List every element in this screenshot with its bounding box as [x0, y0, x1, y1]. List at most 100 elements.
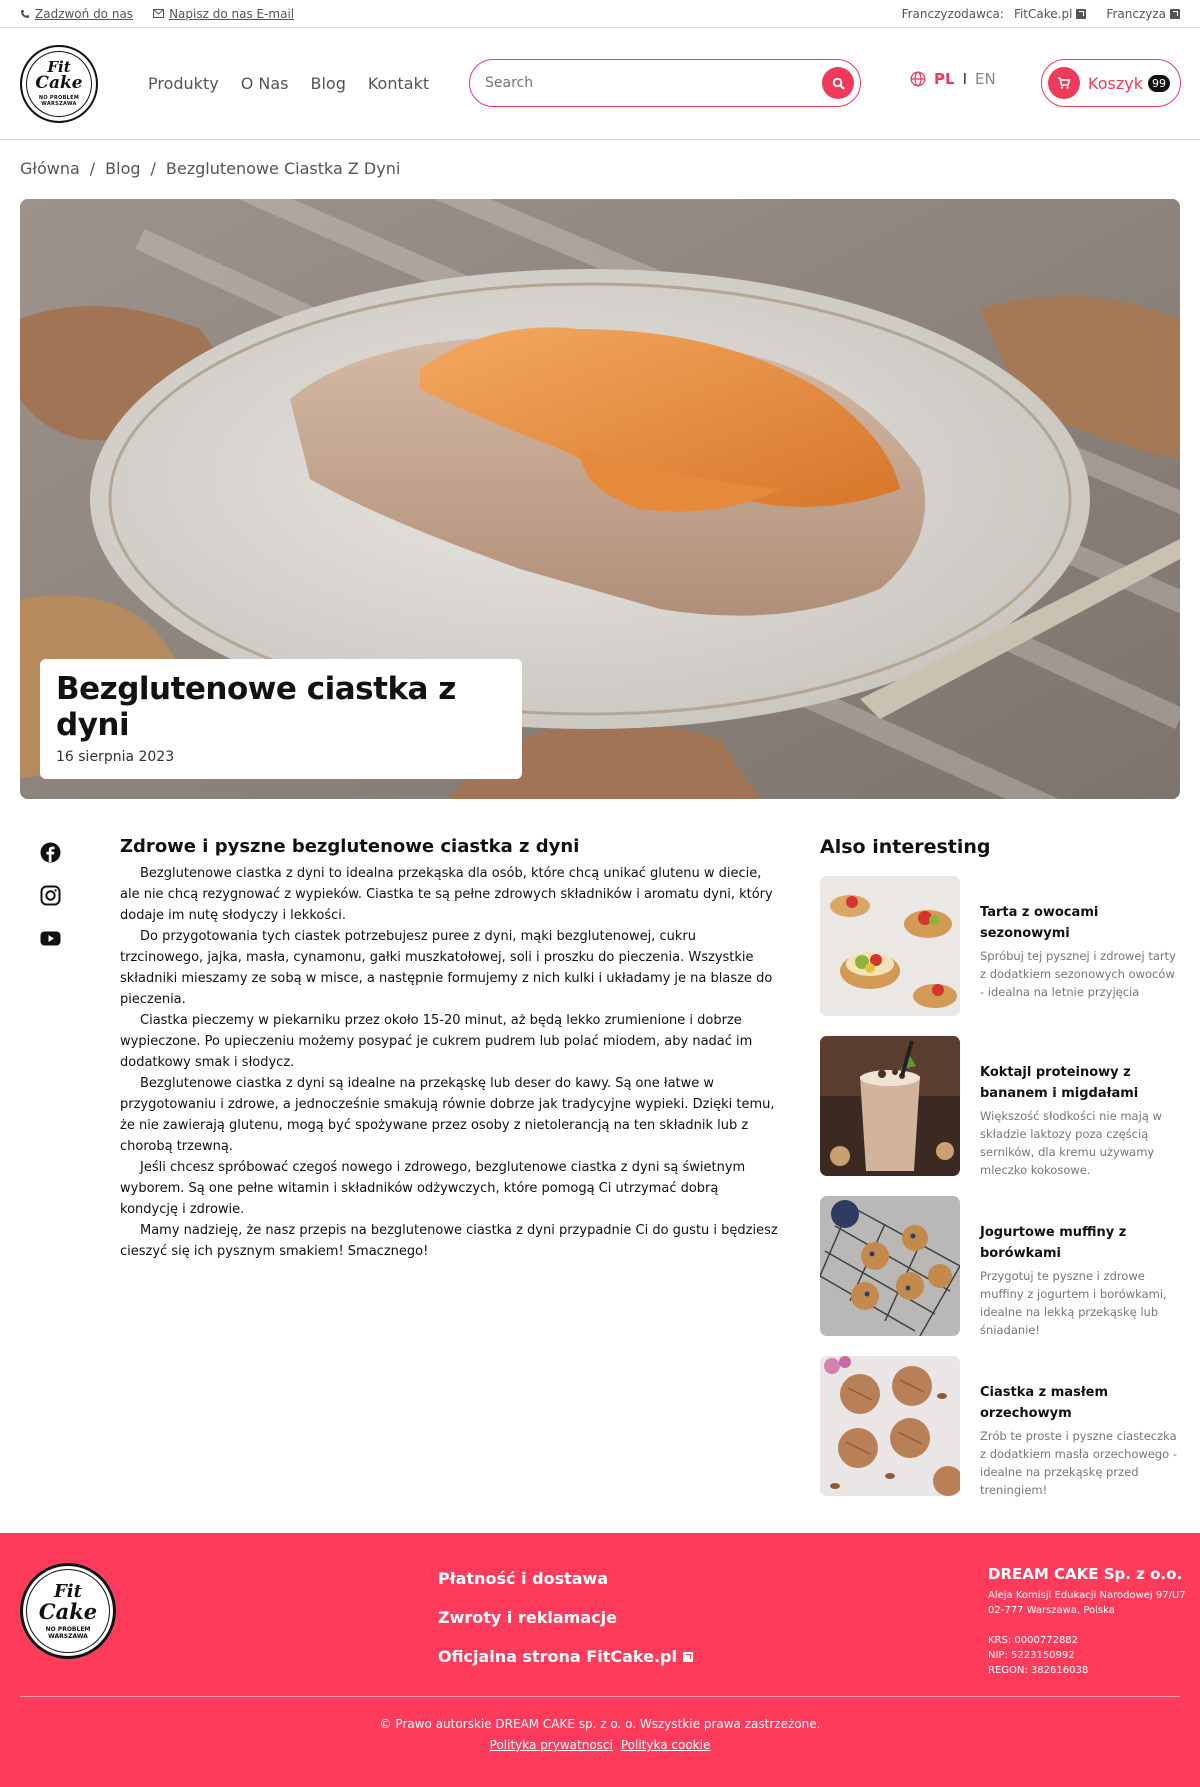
- company-address-line1: Aleja Komisji Edukacji Narodowej 97/U7: [988, 1590, 1186, 1601]
- peanut-butter-cookies-photo: [820, 1356, 960, 1496]
- breadcrumb-separator: /: [150, 159, 156, 178]
- logo-text-cake: Cake: [38, 1598, 98, 1624]
- related-post-desc: Przygotuj te pyszne i zdrowe muffiny z j…: [980, 1269, 1167, 1337]
- article-paragraph: Do przygotowania tych ciastek potrzebuje…: [120, 929, 773, 1007]
- nav-products[interactable]: Produkty: [148, 74, 219, 93]
- lang-separator: I: [962, 70, 967, 88]
- instagram-link[interactable]: [40, 885, 61, 906]
- footer-link-payment[interactable]: Płatność i dostawa: [438, 1569, 693, 1588]
- mail-icon: [153, 9, 165, 18]
- company-regon: REGON: 382616038: [988, 1665, 1089, 1676]
- related-post-thumbnail[interactable]: [820, 876, 960, 1016]
- also-interesting: Also interesting Tarta z owocami sezonow…: [820, 836, 1182, 1516]
- related-post-thumbnail[interactable]: [820, 1356, 960, 1496]
- franchise-link[interactable]: Franczyza: [1106, 7, 1180, 21]
- search-icon: [832, 77, 845, 90]
- cookie-policy-link[interactable]: Polityka cookie: [621, 1738, 710, 1752]
- related-post-title[interactable]: Koktajl proteinowy z bananem i migdałami: [980, 1062, 1182, 1104]
- youtube-icon: [40, 931, 61, 946]
- search-input[interactable]: [485, 75, 822, 91]
- article-paragraph: Bezglutenowe ciastka z dyni to idealna p…: [120, 866, 773, 923]
- footer-links: Płatność i dostawa Zwroty i reklamacje O…: [438, 1569, 693, 1666]
- lang-en[interactable]: EN: [975, 70, 996, 88]
- site-header: Fit Cake NO PROBLEM WARSZAWA Produkty O N…: [0, 28, 1200, 140]
- related-post-card[interactable]: Tarta z owocami sezonowymi Spróbuj tej p…: [820, 876, 1182, 1016]
- related-post-card[interactable]: Ciastka z masłem orzechowym Zrób te pros…: [820, 1356, 1182, 1497]
- related-post-text: Koktajl proteinowy z bananem i migdałami…: [980, 1036, 1182, 1177]
- policy-links: Polityka prywatnosci Polityka cookie: [0, 1738, 1200, 1752]
- cart-icon: [1058, 77, 1071, 89]
- related-post-text: Ciastka z masłem orzechowym Zrób te pros…: [980, 1356, 1182, 1497]
- related-post-card[interactable]: Koktajl proteinowy z bananem i migdałami…: [820, 1036, 1182, 1177]
- copyright: © Prawo autorskie DREAM CAKE sp. z o. o.…: [379, 1717, 821, 1731]
- facebook-link[interactable]: [40, 842, 61, 863]
- protein-shake-photo: [820, 1036, 960, 1176]
- youtube-link[interactable]: [40, 928, 61, 949]
- footer-link-fitcake[interactable]: Oficjalna strona FitCake.pl: [438, 1647, 693, 1666]
- article-date: 16 sierpnia 2023: [56, 749, 175, 765]
- logo-subtext-2: WARSZAWA: [41, 101, 77, 107]
- logo-subtext-1: NO PROBLEM: [45, 1625, 91, 1633]
- social-share: [40, 842, 61, 949]
- facebook-icon: [40, 842, 61, 863]
- logo-subtext: NO PROBLEM WARSZAWA: [46, 1626, 91, 1640]
- instagram-icon: [40, 885, 61, 906]
- nav-blog[interactable]: Blog: [310, 74, 345, 93]
- logo-text-fit: Fit: [54, 1580, 82, 1602]
- article-paragraph: Ciastka pieczemy w piekarniku przez okoł…: [120, 1013, 753, 1070]
- franchisor-link[interactable]: FitCake.pl: [1014, 7, 1072, 21]
- breadcrumb-blog[interactable]: Blog: [105, 159, 140, 178]
- franchise-label: Franczyza: [1106, 6, 1166, 21]
- email-us-label: Napisz do nas E-mail: [169, 6, 295, 21]
- article-heading: Zdrowe i pyszne bezglutenowe ciastka z d…: [120, 836, 580, 857]
- article-paragraph: Jeśli chcesz spróbować czegoś nowego i z…: [120, 1160, 746, 1217]
- top-bar-contacts: Zadzwoń do nas Napisz do nas E-mail: [20, 7, 294, 21]
- breadcrumb: Główna / Blog / Bezglutenowe Ciastka Z D…: [20, 159, 400, 178]
- article-paragraph: Mamy nadzieję, że nasz przepis na bezglu…: [120, 1223, 778, 1259]
- company-address-line2: 02-777 Warszawa, Polska: [988, 1605, 1115, 1616]
- article-title: Bezglutenowe ciastka z dyni: [56, 671, 456, 743]
- call-us-link[interactable]: Zadzwoń do nas: [20, 7, 133, 21]
- breadcrumb-home[interactable]: Główna: [20, 159, 80, 178]
- company-nip: NIP: 5223150992: [988, 1650, 1075, 1661]
- external-link-icon: [1170, 8, 1180, 19]
- privacy-policy-link[interactable]: Polityka prywatnosci: [490, 1738, 613, 1752]
- company-name: DREAM CAKE Sp. z o.o.: [988, 1565, 1183, 1583]
- related-post-thumbnail[interactable]: [820, 1196, 960, 1336]
- related-post-thumbnail[interactable]: [820, 1036, 960, 1176]
- related-post-title[interactable]: Jogurtowe muffiny z borówkami: [980, 1222, 1182, 1264]
- cart-count-badge: 99: [1147, 74, 1170, 92]
- company-krs: KRS: 0000772882: [988, 1635, 1079, 1646]
- logo-text-cake: Cake: [35, 73, 83, 93]
- fruit-tart-photo: [820, 876, 960, 1016]
- footer-link-label: Oficjalna strona FitCake.pl: [438, 1647, 677, 1666]
- related-post-title[interactable]: Ciastka z masłem orzechowym: [980, 1382, 1182, 1424]
- nav-contact[interactable]: Kontakt: [368, 74, 429, 93]
- related-post-desc: Zrób te proste i pyszne ciasteczka z dod…: [980, 1429, 1178, 1497]
- email-us-link[interactable]: Napisz do nas E-mail: [153, 7, 294, 21]
- sidebar-title: Also interesting: [820, 836, 991, 858]
- franchisor: Franczyzodawca: FitCake.pl: [902, 7, 1087, 21]
- call-us-label: Zadzwoń do nas: [35, 6, 134, 21]
- footer-link-label: Zwroty i reklamacje: [438, 1608, 617, 1627]
- hero-title-card: Bezglutenowe ciastka z dyni 16 sierpnia …: [40, 659, 522, 779]
- related-post-desc: Spróbuj tej pysznej i zdrowej tarty z do…: [980, 949, 1176, 999]
- search-bar: [469, 59, 861, 107]
- site-logo[interactable]: Fit Cake NO PROBLEM WARSZAWA: [20, 44, 98, 123]
- article-body: Zdrowe i pyszne bezglutenowe ciastka z d…: [120, 836, 780, 1262]
- related-post-card[interactable]: Jogurtowe muffiny z borówkami Przygotuj …: [820, 1196, 1182, 1337]
- nav-about[interactable]: O Nas: [241, 74, 289, 93]
- search-button[interactable]: [822, 67, 854, 99]
- top-bar: Zadzwoń do nas Napisz do nas E-mail Fran…: [0, 0, 1200, 28]
- lang-pl[interactable]: PL: [934, 70, 955, 88]
- logo-subtext-2: WARSZAWA: [48, 1632, 88, 1640]
- footer-divider: [20, 1696, 1180, 1697]
- related-post-text: Tarta z owocami sezonowymi Spróbuj tej p…: [980, 876, 1182, 1016]
- footer-link-returns[interactable]: Zwroty i reklamacje: [438, 1608, 693, 1627]
- footer-logo[interactable]: Fit Cake NO PROBLEM WARSZAWA: [20, 1563, 116, 1659]
- cart-button[interactable]: Koszyk 99: [1041, 59, 1181, 107]
- company-info: DREAM CAKE Sp. z o.o. Aleja Komisji Eduk…: [988, 1567, 1186, 1678]
- related-post-title[interactable]: Tarta z owocami sezonowymi: [980, 902, 1182, 944]
- phone-icon: [21, 9, 29, 18]
- external-link-icon: [1076, 8, 1087, 19]
